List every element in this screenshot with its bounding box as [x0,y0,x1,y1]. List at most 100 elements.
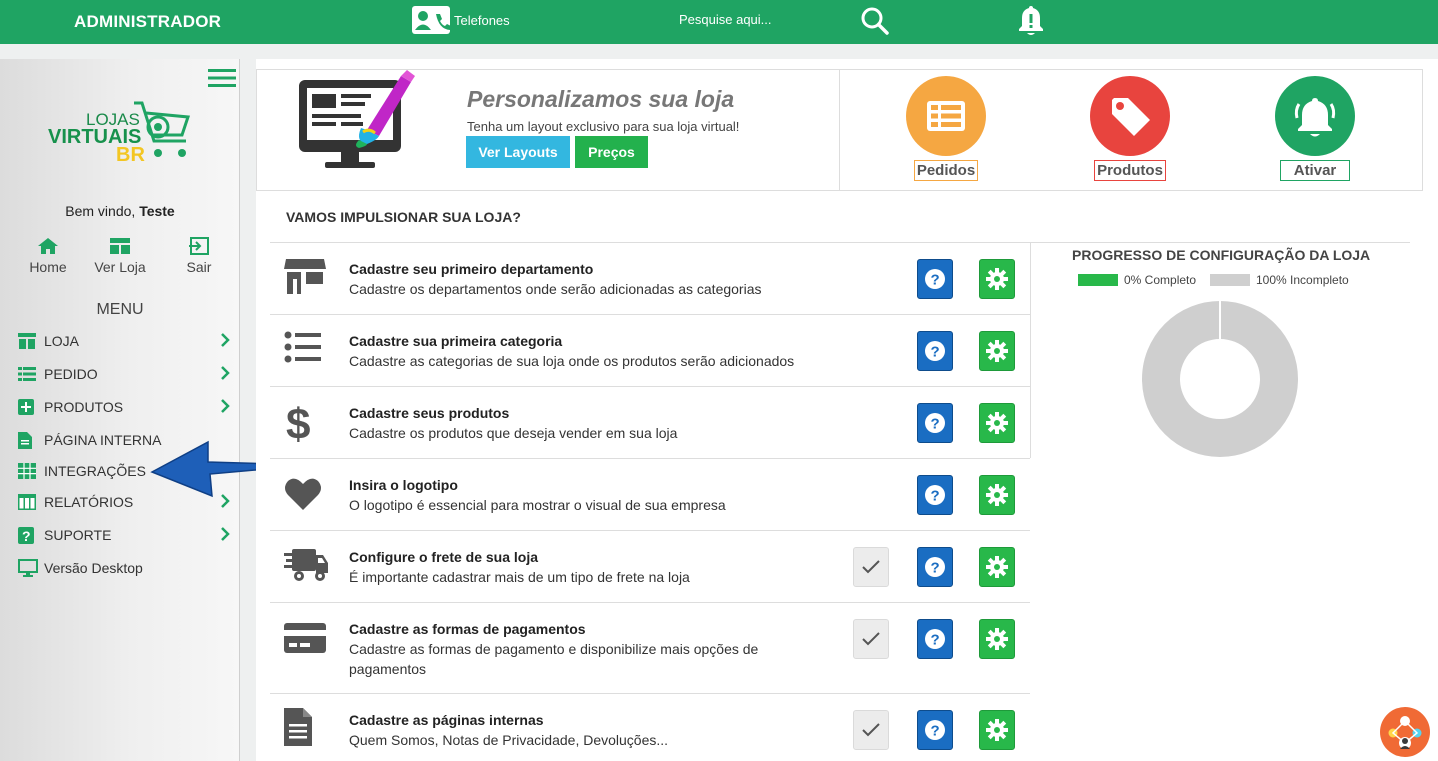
monitor-paintbrush-icon [297,70,417,185]
tag-icon[interactable] [1090,76,1170,156]
legend-swatch [1210,274,1250,286]
menu-title: MENU [96,301,144,318]
svg-text:$: $ [286,401,310,445]
store-logo[interactable]: LOJAS VIRTUAIS BR [46,95,196,195]
welcome-message: Bem vindo, Teste [0,203,240,219]
shortcut-ativar[interactable]: Ativar [1270,76,1360,181]
step-title: Cadastre as páginas internas [349,712,544,728]
chevron-right-icon[interactable] [220,398,230,417]
sidebar-item-label: PÁGINA INTERNA [44,432,162,448]
svg-text:?: ? [931,632,940,649]
step-title: Cadastre seu primeiro departamento [349,261,594,277]
step-description: O logotipo é essencial para mostrar o vi… [349,497,726,513]
hamburger-menu-icon[interactable] [208,68,236,93]
settings-button[interactable] [979,710,1015,750]
legend-complete: 0% Completo [1078,273,1196,287]
sidebar-item-pedido[interactable]: PEDIDO [18,362,234,386]
done-check-button[interactable] [853,710,889,750]
precos-button[interactable]: Preços [575,136,648,168]
notification-bell-icon[interactable] [1016,3,1046,42]
step-description: É importante cadastrar mais de um tipo d… [349,569,690,585]
legend-incomplete: 100% Incompleto [1210,273,1349,287]
svg-text:?: ? [931,560,940,577]
heart-icon [284,477,322,516]
sidebar-item-label: RELATÓRIOS [44,494,134,510]
svg-text:?: ? [931,416,940,433]
chevron-right-icon[interactable] [220,332,230,351]
help-button[interactable]: ? [917,710,953,750]
step-description: Cadastre os produtos que deseja vender e… [349,425,678,441]
list-item: Cadastre as páginas internas Quem Somos,… [270,693,1030,761]
sidebar-item-versao-desktop[interactable]: Versão Desktop [18,556,234,580]
shortcut-label[interactable]: Pedidos [913,160,979,181]
phones-label: Telefones [454,12,510,28]
legend-label: 100% Incompleto [1256,273,1349,287]
question-icon: ? [18,526,38,544]
banner-title: Personalizamos sua loja [467,86,735,112]
settings-button[interactable] [979,547,1015,587]
floating-help-button[interactable] [1380,707,1430,757]
help-button[interactable]: ? [917,547,953,587]
help-button[interactable]: ? [917,259,953,299]
shortcut-label[interactable]: Produtos [1094,160,1166,181]
done-check-button[interactable] [853,619,889,659]
help-button[interactable]: ? [917,403,953,443]
sidebar-item-label: INTEGRAÇÕES [44,463,146,479]
sidebar-item-suporte[interactable]: ? SUPORTE [18,523,234,547]
step-title: Cadastre as formas de pagamentos [349,621,586,637]
phones-link[interactable]: Telefones [412,6,510,34]
svg-text:BR: BR [116,144,145,166]
svg-text:?: ? [931,488,940,505]
quick-link-sair[interactable]: Sair [164,237,234,275]
help-button[interactable]: ? [917,331,953,371]
table-icon [18,493,38,511]
chevron-right-icon[interactable] [220,526,230,545]
chevron-right-icon[interactable] [220,365,230,384]
legend-swatch [1078,274,1118,286]
search-icon[interactable] [860,6,890,41]
quick-link-label: Sair [186,259,212,275]
quick-link-home[interactable]: Home [13,237,83,275]
contact-card-icon [412,6,450,34]
shortcut-panel: Pedidos Produtos Ativar [839,69,1423,191]
help-button[interactable]: ? [917,619,953,659]
sidebar-item-label: PEDIDO [44,366,98,382]
list-item: Insira o logotipo O logotipo é essencial… [270,458,1030,530]
svg-text:?: ? [931,272,940,289]
step-title: Cadastre seus produtos [349,405,510,421]
done-check-button[interactable] [853,547,889,587]
sidebar-item-loja[interactable]: LOJA [18,329,234,353]
sidebar-item-label: Versão Desktop [44,560,143,576]
grid-icon [18,462,38,480]
search-input[interactable]: Pesquise aqui... [679,12,772,27]
list-icon[interactable] [906,76,986,156]
user-name: Teste [139,203,175,219]
sidebar-item-label: SUPORTE [44,527,112,543]
step-description: Cadastre as categorias de sua loja onde … [349,353,795,369]
store-icon [284,257,326,300]
settings-button[interactable] [979,331,1015,371]
customize-banner: Personalizamos sua loja Tenha um layout … [256,69,840,191]
svg-text:?: ? [931,723,940,740]
sidebar-item-produtos[interactable]: PRODUTOS [18,395,234,419]
help-button[interactable]: ? [917,475,953,515]
settings-button[interactable] [979,475,1015,515]
shortcut-label[interactable]: Ativar [1280,160,1350,181]
shortcut-pedidos[interactable]: Pedidos [901,76,991,181]
settings-button[interactable] [979,259,1015,299]
svg-text:?: ? [931,344,940,361]
brand-title[interactable]: ADMINISTRADOR [74,12,221,32]
settings-button[interactable] [979,619,1015,659]
list-icon [284,331,322,368]
network-icon [1388,716,1422,749]
welcome-text: Bem vindo, [65,203,136,219]
list-icon [18,365,38,383]
quick-link-ver-loja[interactable]: Ver Loja [85,237,155,275]
bell-icon[interactable] [1275,76,1355,156]
step-description: Cadastre os departamentos onde serão adi… [349,281,762,297]
shortcut-produtos[interactable]: Produtos [1085,76,1175,181]
ver-layouts-button[interactable]: Ver Layouts [466,136,570,168]
file-icon [18,431,38,449]
truck-icon [284,547,328,588]
settings-button[interactable] [979,403,1015,443]
